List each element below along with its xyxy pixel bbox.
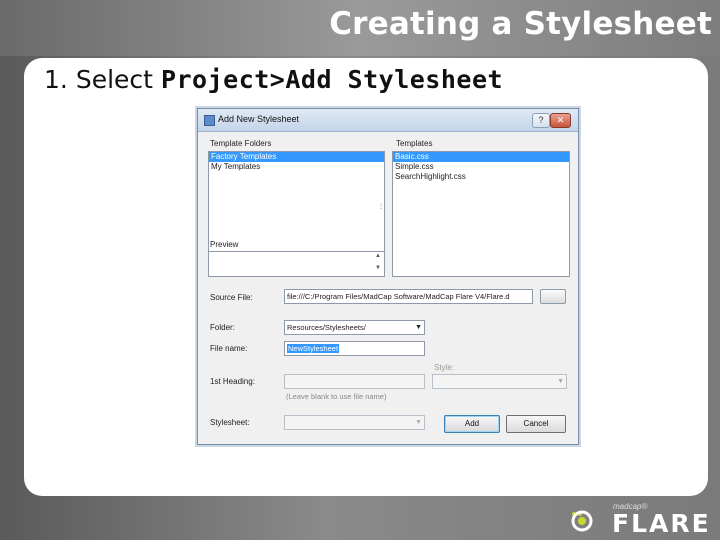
chevron-down-icon: ▼: [557, 378, 564, 385]
file-name-label: File name:: [210, 344, 248, 353]
slide-title: Creating a Stylesheet: [329, 6, 712, 42]
folder-select[interactable]: Resources/Stylesheets/ ▼: [284, 320, 425, 335]
stylesheet-icon: [204, 115, 215, 126]
list-item[interactable]: My Templates: [209, 162, 384, 172]
templates-list[interactable]: Basic.css Simple.css SearchHighlight.css: [392, 151, 570, 277]
chevron-down-icon: ▼: [415, 324, 422, 331]
cancel-button[interactable]: Cancel: [506, 415, 566, 433]
list-item[interactable]: Basic.css: [393, 152, 569, 162]
bullet-text: Select: [75, 65, 153, 94]
first-heading-hint: (Leave blank to use file name): [286, 392, 387, 401]
style-select[interactable]: ▼: [432, 374, 567, 389]
logo-brand: FLARE: [612, 509, 711, 538]
bullet-step-1: 1. Select Project>Add Stylesheet: [44, 65, 503, 94]
first-heading-label: 1st Heading:: [210, 377, 255, 386]
folder-value: Resources/Stylesheets/: [287, 323, 366, 332]
dialog-titlebar[interactable]: Add New Stylesheet ? ✕: [198, 109, 578, 132]
bullet-menu-path: Project>Add Stylesheet: [160, 65, 504, 94]
list-item[interactable]: Simple.css: [393, 162, 569, 172]
chevron-down-icon: ▼: [415, 419, 422, 426]
source-file-label: Source File:: [210, 293, 253, 302]
style-label: Style:: [434, 363, 455, 372]
scroll-up-icon[interactable]: ▲: [374, 253, 382, 259]
preview-box: ▲ ▼: [208, 251, 385, 277]
first-heading-field[interactable]: [284, 374, 425, 389]
file-name-value: NewStylesheet: [287, 344, 340, 353]
list-item[interactable]: SearchHighlight.css: [393, 172, 569, 182]
scroll-down-icon[interactable]: ▼: [374, 265, 382, 271]
add-button[interactable]: Add: [444, 415, 500, 433]
template-folders-label: Template Folders: [210, 139, 272, 148]
source-file-field[interactable]: file:///C:/Program Files/MadCap Software…: [284, 289, 533, 304]
add-new-stylesheet-dialog: Add New Stylesheet ? ✕ Template Folders …: [197, 108, 579, 445]
templates-label: Templates: [396, 139, 433, 148]
browse-button[interactable]: [540, 289, 566, 304]
stylesheet-label: Stylesheet:: [210, 418, 250, 427]
logo-dots: [572, 501, 588, 516]
list-item[interactable]: Factory Templates: [209, 152, 384, 162]
flare-logo-icon: [571, 510, 593, 532]
dialog-title: Add New Stylesheet: [218, 114, 300, 124]
file-name-field[interactable]: NewStylesheet: [284, 341, 425, 356]
resize-grip-icon[interactable]: ⋮: [378, 204, 384, 210]
close-button[interactable]: ✕: [550, 113, 571, 128]
title-bar: Creating a Stylesheet: [0, 0, 720, 56]
stylesheet-select[interactable]: ▼: [284, 415, 425, 430]
folder-label: Folder:: [210, 323, 235, 332]
preview-label: Preview: [210, 240, 239, 249]
bullet-number: 1.: [44, 65, 68, 94]
help-button[interactable]: ?: [532, 113, 550, 128]
